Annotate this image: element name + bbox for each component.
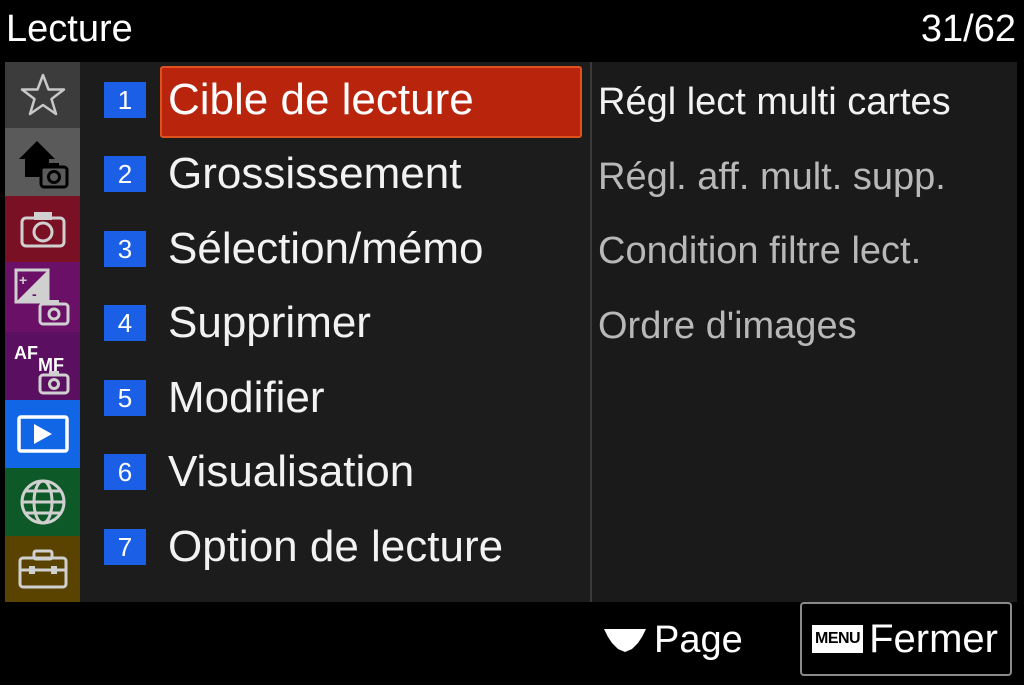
submenu-list: Régl lect multi cartes Régl. aff. mult. … bbox=[592, 62, 1017, 602]
category-tab-main[interactable] bbox=[5, 128, 80, 196]
item-number: 1 bbox=[104, 82, 146, 118]
category-column: + - AF MF bbox=[5, 62, 80, 602]
page-label: Page bbox=[654, 618, 743, 661]
item-number: 3 bbox=[104, 231, 146, 267]
menu-item-label: Supprimer bbox=[168, 298, 371, 347]
menu-item-2[interactable]: 2 Grossissement bbox=[80, 136, 590, 210]
toolbox-icon bbox=[18, 549, 67, 589]
af-mf-camera-icon: AF MF bbox=[14, 343, 69, 395]
category-tab-setup[interactable] bbox=[5, 536, 80, 602]
menu-key-icon: MENU bbox=[812, 625, 864, 653]
menu-item-1[interactable]: 1 Cible de lecture bbox=[80, 62, 590, 138]
menu-list: 1 Cible de lecture 2 Grossissement 3 Sél… bbox=[80, 62, 590, 602]
submenu-item[interactable]: Ordre d'images bbox=[598, 302, 857, 350]
item-number: 6 bbox=[104, 454, 146, 490]
menu-item-label: Sélection/mémo bbox=[168, 224, 484, 273]
menu-panel: + - AF MF 1 Cible de lecture 2 Grossisse… bbox=[5, 62, 1017, 602]
globe-icon bbox=[20, 479, 65, 525]
svg-text:+: + bbox=[19, 272, 27, 288]
close-label: Fermer bbox=[869, 616, 998, 661]
close-button[interactable]: MENU Fermer bbox=[800, 602, 1012, 676]
menu-item-6[interactable]: 6 Visualisation bbox=[80, 434, 590, 508]
header: Lecture 31/62 bbox=[0, 0, 1024, 62]
menu-item-5[interactable]: 5 Modifier bbox=[80, 360, 590, 434]
page-title: Lecture bbox=[6, 8, 133, 50]
category-tab-playback[interactable] bbox=[5, 400, 80, 468]
submenu-item[interactable]: Régl. aff. mult. supp. bbox=[598, 153, 946, 201]
footer: Page MENU Fermer bbox=[0, 602, 1024, 685]
control-wheel-icon bbox=[604, 629, 646, 652]
category-tab-focus[interactable]: AF MF bbox=[5, 332, 80, 400]
item-number: 5 bbox=[104, 380, 146, 416]
submenu-item[interactable]: Régl lect multi cartes bbox=[598, 78, 951, 126]
playback-icon bbox=[16, 415, 69, 453]
category-tab-favorites[interactable] bbox=[5, 62, 80, 128]
menu-item-label: Grossissement bbox=[168, 149, 462, 198]
menu-item-7[interactable]: 7 Option de lecture bbox=[80, 509, 590, 583]
menu-item-label: Option de lecture bbox=[168, 522, 504, 571]
menu-item-3[interactable]: 3 Sélection/mémo bbox=[80, 211, 590, 285]
page-counter: 31/62 bbox=[920, 8, 1016, 50]
item-number: 2 bbox=[104, 156, 146, 192]
menu-item-label: Cible de lecture bbox=[168, 75, 474, 124]
item-number: 7 bbox=[104, 529, 146, 565]
exposure-camera-icon: + - bbox=[14, 268, 69, 326]
category-tab-exposure[interactable]: + - bbox=[5, 262, 80, 332]
star-icon bbox=[20, 73, 65, 116]
category-tab-shooting[interactable] bbox=[5, 196, 80, 262]
category-tab-network[interactable] bbox=[5, 468, 80, 536]
camera-icon bbox=[20, 212, 65, 248]
svg-text:-: - bbox=[32, 286, 37, 302]
menu-item-label: Modifier bbox=[168, 373, 325, 422]
svg-text:AF: AF bbox=[14, 343, 38, 363]
page-hint[interactable]: Page bbox=[602, 614, 743, 666]
item-number: 4 bbox=[104, 305, 146, 341]
menu-item-label: Visualisation bbox=[168, 447, 415, 496]
home-camera-icon bbox=[18, 141, 68, 189]
submenu-item[interactable]: Condition filtre lect. bbox=[598, 227, 921, 275]
menu-item-4[interactable]: 4 Supprimer bbox=[80, 285, 590, 359]
